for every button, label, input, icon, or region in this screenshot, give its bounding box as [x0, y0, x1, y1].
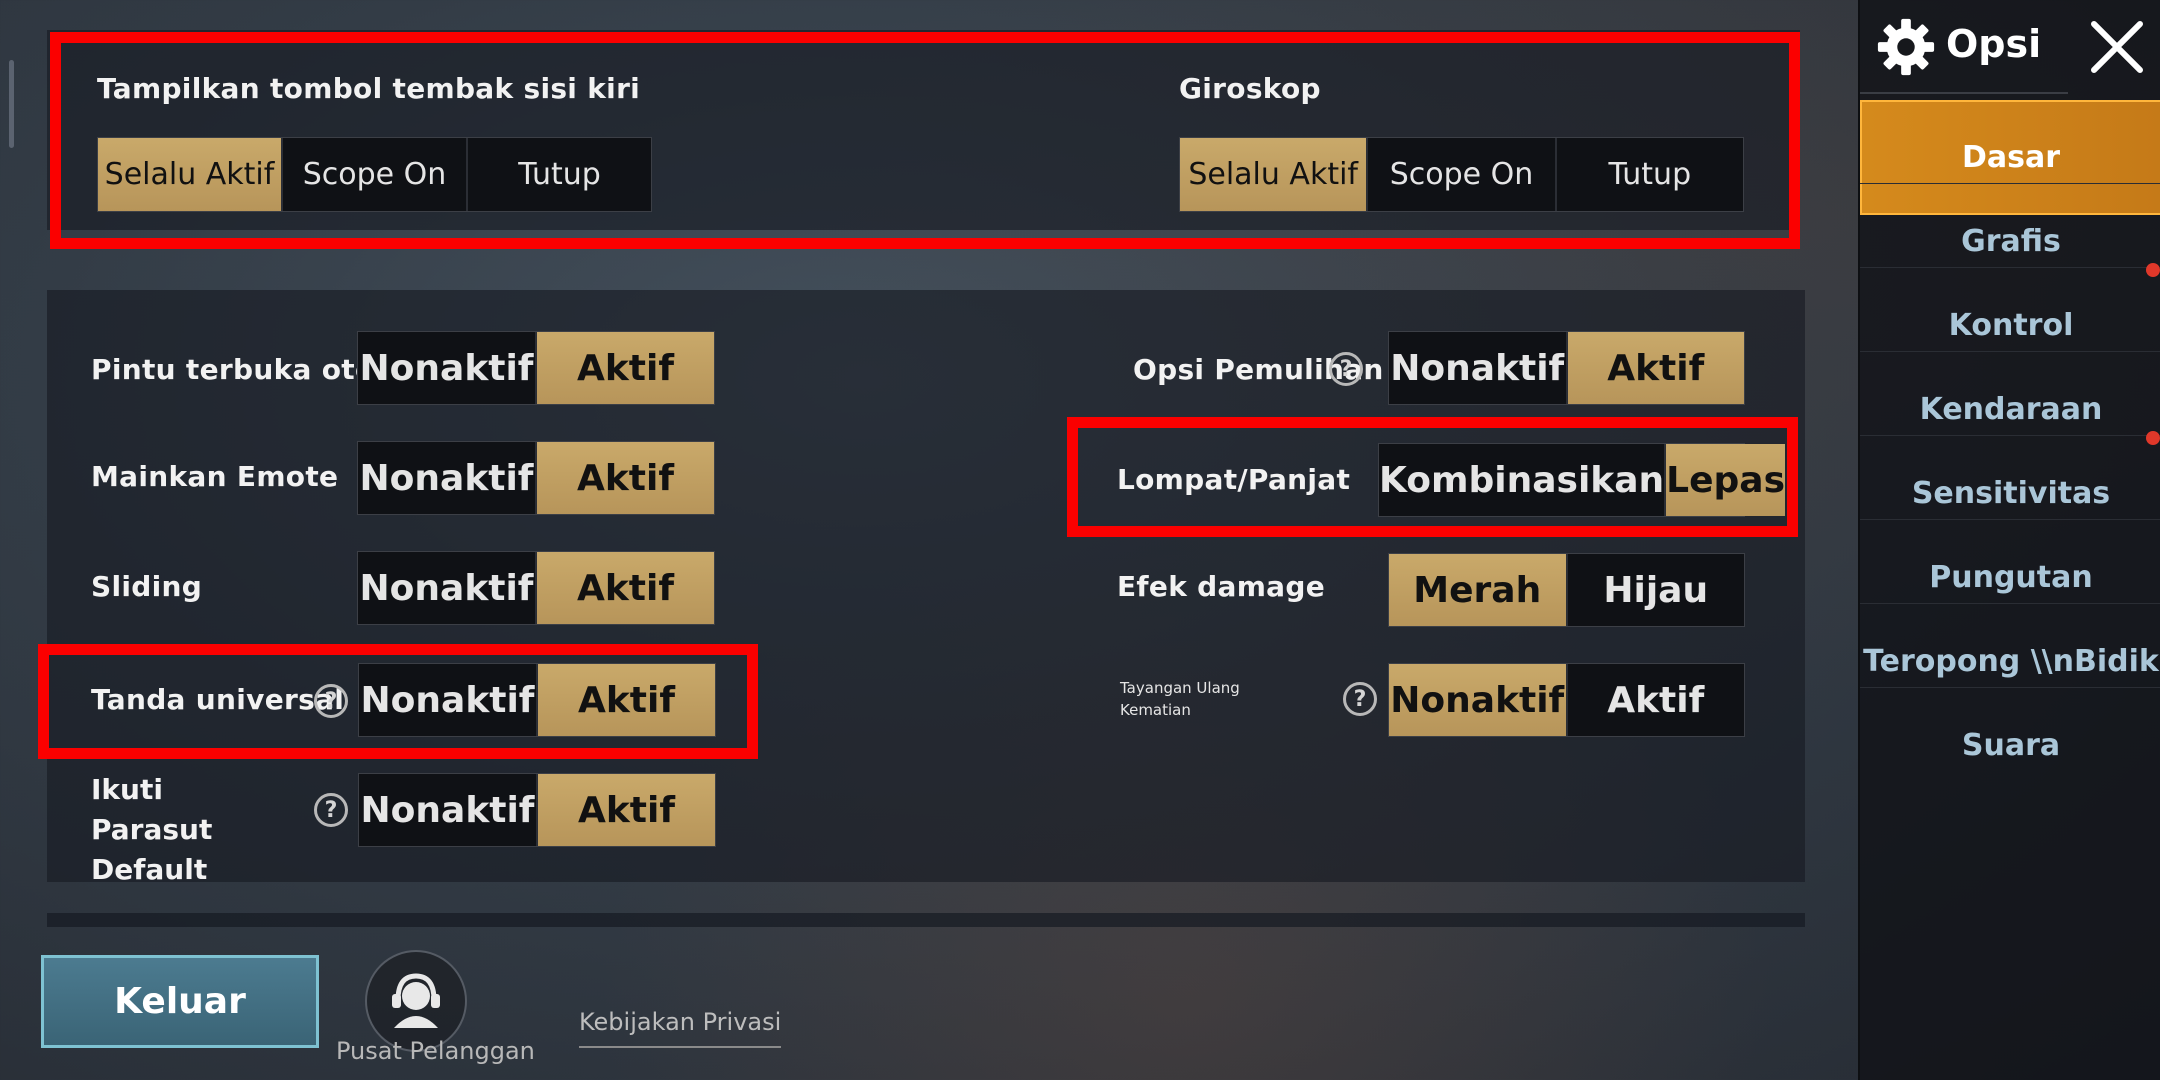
- recovery-option-help-icon[interactable]: ?: [1329, 352, 1363, 386]
- notification-dot: [2146, 263, 2160, 277]
- auto-open-door-option-aktif[interactable]: Aktif: [535, 332, 714, 404]
- play-emote-option-nonaktif[interactable]: Nonaktif: [358, 442, 535, 514]
- follow-parachute-option-aktif[interactable]: Aktif: [536, 774, 715, 846]
- death-replay-help-icon[interactable]: ?: [1343, 682, 1377, 716]
- section-divider: [47, 913, 1805, 927]
- death-replay-option-nonaktif[interactable]: Nonaktif: [1389, 664, 1566, 736]
- sliding-toggle[interactable]: Nonaktif Aktif: [357, 551, 715, 625]
- scroll-indicator[interactable]: [9, 60, 14, 148]
- gear-icon: [1877, 18, 1935, 76]
- auto-open-door-option-nonaktif[interactable]: Nonaktif: [358, 332, 535, 404]
- highlight-box-jump-climb: [1067, 417, 1798, 537]
- follow-parachute-label: Ikuti Parasut Default: [91, 773, 213, 886]
- recovery-option-option-nonaktif[interactable]: Nonaktif: [1389, 332, 1566, 404]
- sliding-label: Sliding: [91, 570, 203, 603]
- notification-dot: [2146, 431, 2160, 445]
- play-emote-option-aktif[interactable]: Aktif: [535, 442, 714, 514]
- sliding-option-nonaktif[interactable]: Nonaktif: [358, 552, 535, 624]
- damage-effect-toggle[interactable]: Merah Hijau: [1388, 553, 1745, 627]
- customer-service-label: Pusat Pelanggan: [336, 1037, 535, 1065]
- follow-parachute-option-nonaktif[interactable]: Nonaktif: [359, 774, 536, 846]
- damage-effect-label: Efek damage: [1117, 570, 1326, 603]
- sidebar: Opsi Dasar Grafis Kontrol Kendaraan Sensitiv…: [1858, 0, 2160, 1080]
- auto-open-door-toggle[interactable]: Nonaktif Aktif: [357, 331, 715, 405]
- follow-parachute-help-icon[interactable]: ?: [314, 793, 348, 827]
- sliding-option-aktif[interactable]: Aktif: [535, 552, 714, 624]
- death-replay-option-aktif[interactable]: Aktif: [1565, 664, 1745, 736]
- recovery-option-option-aktif[interactable]: Aktif: [1565, 332, 1744, 404]
- exit-button[interactable]: Keluar: [41, 955, 319, 1048]
- highlight-box-universal-mark: [38, 644, 758, 759]
- follow-parachute-toggle[interactable]: Nonaktif Aktif: [358, 773, 716, 847]
- play-emote-toggle[interactable]: Nonaktif Aktif: [357, 441, 715, 515]
- close-icon[interactable]: [2088, 18, 2146, 76]
- death-replay-label: Tayangan Ulang Kematian: [1120, 679, 1240, 719]
- highlight-box-top: [50, 32, 1800, 249]
- sidebar-header: Opsi: [1860, 0, 2160, 95]
- sidebar-header-divider: [1860, 92, 2068, 94]
- sidebar-item-suara[interactable]: Suara: [1860, 687, 2160, 803]
- damage-effect-option-merah[interactable]: Merah: [1389, 554, 1566, 626]
- recovery-option-toggle[interactable]: Nonaktif Aktif: [1388, 331, 1745, 405]
- death-replay-toggle[interactable]: Nonaktif Aktif: [1388, 663, 1745, 737]
- sidebar-title: Opsi: [1946, 22, 2042, 66]
- play-emote-label: Mainkan Emote: [91, 460, 339, 493]
- damage-effect-option-hijau[interactable]: Hijau: [1565, 554, 1745, 626]
- privacy-policy-link[interactable]: Kebijakan Privasi: [579, 1008, 782, 1048]
